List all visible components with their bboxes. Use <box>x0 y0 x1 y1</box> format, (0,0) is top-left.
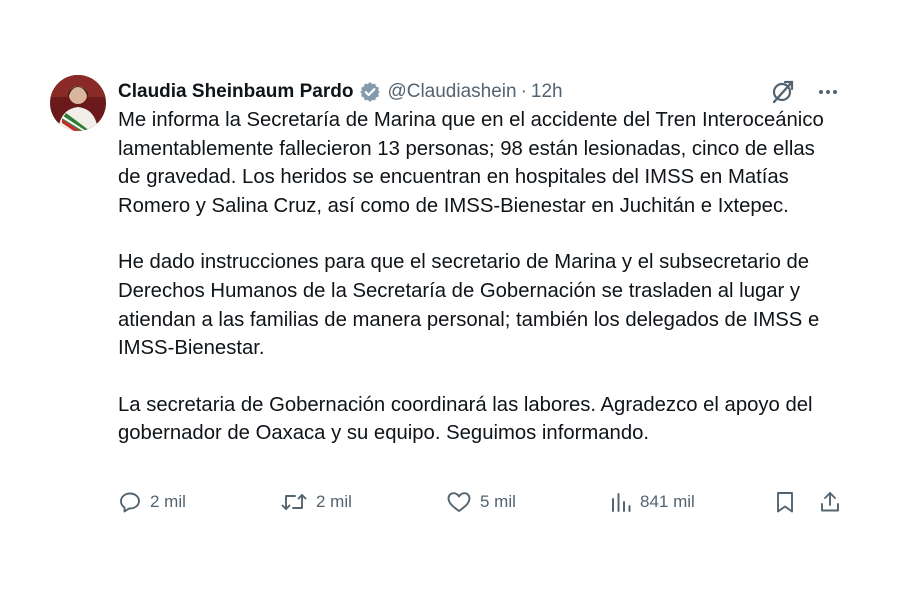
top-actions <box>768 78 842 106</box>
repost-icon <box>280 490 308 514</box>
tweet-paragraph: Me informa la Secretaría de Marina que e… <box>118 109 824 217</box>
bookmark-icon <box>774 490 796 514</box>
tweet-paragraph: La secretaria de Gobernación coordinará … <box>118 393 813 445</box>
tweet-text: Me informa la Secretaría de Marina que e… <box>118 106 838 448</box>
like-count: 5 mil <box>480 492 516 511</box>
avatar[interactable] <box>50 75 106 131</box>
repost-button[interactable]: 2 mil <box>280 486 352 518</box>
tweet-paragraph: He dado instrucciones para que el secret… <box>118 251 820 360</box>
like-button[interactable]: 5 mil <box>446 486 516 518</box>
reply-button[interactable]: 2 mil <box>118 486 186 518</box>
bookmark-button[interactable] <box>774 486 796 518</box>
separator-dot: · <box>520 81 527 102</box>
heart-icon <box>446 490 472 514</box>
author-handle[interactable]: @Claudiashein <box>387 81 516 103</box>
tweet-header: Claudia Sheinbaum Pardo @Claudiashein · … <box>118 78 563 106</box>
views-button[interactable]: 841 mil <box>610 486 695 518</box>
verified-badge-icon <box>359 81 381 103</box>
author-name[interactable]: Claudia Sheinbaum Pardo <box>118 81 353 103</box>
share-icon <box>818 490 842 514</box>
views-chart-icon <box>610 490 632 514</box>
repost-count: 2 mil <box>316 492 352 511</box>
reply-icon <box>118 490 142 514</box>
tweet-actions: 2 mil 2 mil 5 mil 841 mil <box>118 486 850 518</box>
share-button[interactable] <box>818 486 842 518</box>
timestamp[interactable]: 12h <box>531 81 563 103</box>
tweet-card: Claudia Sheinbaum Pardo @Claudiashein · … <box>50 70 850 530</box>
grok-icon[interactable] <box>768 78 796 106</box>
reply-count: 2 mil <box>150 492 186 511</box>
views-count: 841 mil <box>640 492 695 511</box>
more-options-icon[interactable] <box>814 78 842 106</box>
